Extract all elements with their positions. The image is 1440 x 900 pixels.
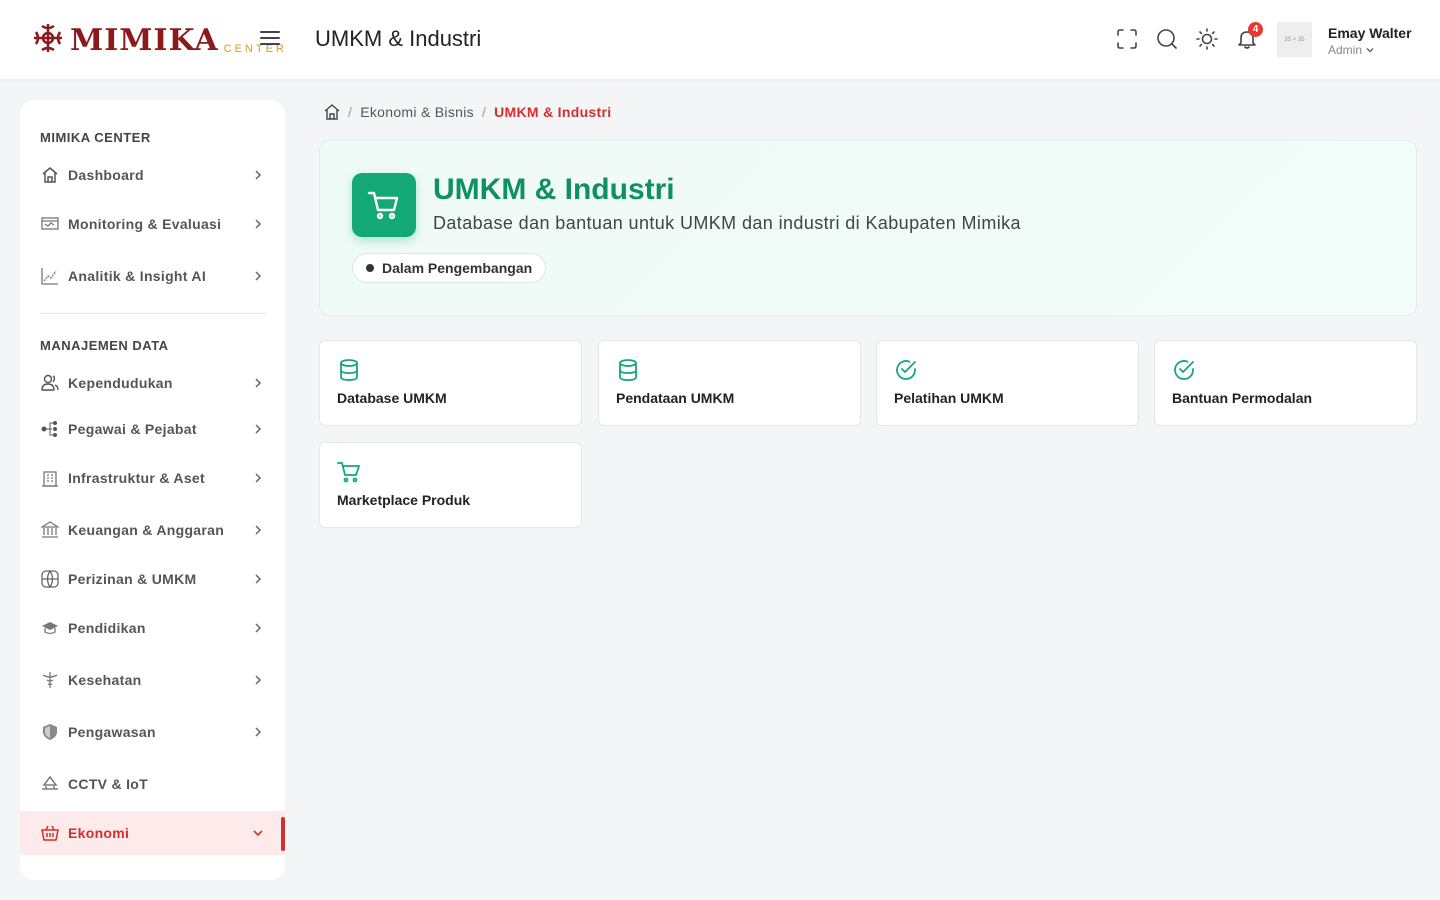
sidebar-section-title: MIMIKA CENTER [40, 130, 151, 145]
brand-logo[interactable]: MIMIKA CENTER [30, 18, 287, 58]
basket-icon [40, 823, 60, 843]
sidebar-section-title: MANAJEMEN DATA [40, 338, 169, 353]
chevron-right-icon [255, 271, 262, 281]
bank-icon [40, 520, 60, 540]
sidebar-item-label: Infrastruktur & Aset [68, 470, 205, 486]
sidebar-item-label: CCTV & IoT [68, 776, 148, 792]
chevron-down-icon [253, 830, 263, 837]
chevron-right-icon [255, 727, 262, 737]
sidebar-item-label: Perizinan & UMKM [68, 571, 197, 587]
top-header: MIMIKA CENTER UMKM & Industri 4 35 × 35 … [0, 0, 1440, 79]
chevron-right-icon [255, 574, 262, 584]
chevron-right-icon [255, 219, 262, 229]
home-icon[interactable] [324, 104, 340, 120]
sidebar-item-label: Kesehatan [68, 672, 142, 688]
sidebar-item-perizinan[interactable]: Perizinan & UMKM [20, 557, 285, 601]
page-title: UMKM & Industri [315, 26, 482, 51]
cart-icon [337, 462, 360, 483]
home-icon [40, 165, 60, 185]
shield-icon [40, 722, 60, 742]
sidebar-item-label: Analitik & Insight AI [68, 268, 207, 284]
chevron-down-icon [1366, 47, 1374, 53]
users-icon [40, 373, 60, 393]
chevron-right-icon [255, 170, 262, 180]
cart-icon [352, 173, 416, 237]
card-label: Marketplace Produk [337, 492, 471, 508]
status-dot-icon [366, 264, 374, 272]
chart-icon [40, 266, 60, 286]
sidebar-item-keuangan[interactable]: Keuangan & Anggaran [20, 508, 285, 552]
hero-description: Database dan bantuan untuk UMKM dan indu… [433, 213, 1021, 233]
card-pelatihan-umkm[interactable]: Pelatihan UMKM [876, 340, 1139, 426]
sidebar-item-kependudukan[interactable]: Kependudukan [20, 361, 285, 405]
org-icon [40, 419, 60, 439]
user-role-dropdown[interactable]: Admin [1328, 43, 1375, 57]
database-icon [619, 359, 637, 381]
user-name[interactable]: Emay Walter [1328, 25, 1412, 41]
sidebar-item-pengawasan[interactable]: Pengawasan [20, 710, 285, 754]
sidebar-item-label: Pengawasan [68, 724, 156, 740]
card-pendataan-umkm[interactable]: Pendataan UMKM [598, 340, 861, 426]
notification-badge: 4 [1248, 22, 1263, 37]
fullscreen-icon[interactable] [1116, 28, 1138, 50]
monitor-icon [40, 214, 60, 234]
sidebar-item-cctv[interactable]: CCTV & IoT [20, 762, 285, 806]
sidebar-item-monitoring[interactable]: Monitoring & Evaluasi [20, 202, 285, 246]
search-icon[interactable] [1156, 28, 1178, 50]
breadcrumb: / Ekonomi & Bisnis / UMKM & Industri [324, 104, 611, 120]
card-marketplace-produk[interactable]: Marketplace Produk [319, 442, 582, 528]
page-hero: UMKM & Industri Database dan bantuan unt… [319, 140, 1417, 316]
card-bantuan-permodalan[interactable]: Bantuan Permodalan [1154, 340, 1417, 426]
logo-mark-icon [34, 24, 62, 52]
sidebar-item-analitik[interactable]: Analitik & Insight AI [20, 254, 285, 298]
chevron-right-icon [255, 623, 262, 633]
sidebar-item-pegawai[interactable]: Pegawai & Pejabat [20, 407, 285, 451]
card-database-umkm[interactable]: Database UMKM [319, 340, 582, 426]
brand-name: MIMIKA [70, 23, 219, 58]
chevron-right-icon [255, 473, 262, 483]
breadcrumb-current: UMKM & Industri [494, 104, 612, 120]
sidebar: MIMIKA CENTER Dashboard Monitoring & Eva… [20, 100, 285, 880]
chevron-right-icon [255, 525, 262, 535]
hero-title: UMKM & Industri [433, 173, 675, 206]
menu-toggle-button[interactable] [260, 31, 280, 47]
sidebar-item-label: Dashboard [68, 167, 144, 183]
sidebar-item-label: Pendidikan [68, 620, 146, 636]
sidebar-item-ekonomi[interactable]: Ekonomi [20, 811, 285, 855]
sidebar-item-kesehatan[interactable]: Kesehatan [20, 658, 285, 702]
sidebar-item-infrastruktur[interactable]: Infrastruktur & Aset [20, 456, 285, 500]
card-label: Pelatihan UMKM [894, 390, 1004, 406]
chevron-right-icon [255, 424, 262, 434]
theme-toggle-icon[interactable] [1196, 28, 1218, 50]
database-icon [340, 359, 358, 381]
sidebar-item-label: Kependudukan [68, 375, 173, 391]
card-label: Pendataan UMKM [616, 390, 735, 406]
graduation-icon [40, 618, 60, 638]
status-text: Dalam Pengembangan [382, 260, 533, 276]
caduceus-icon [40, 670, 60, 690]
avatar[interactable]: 35 × 35 [1277, 22, 1312, 57]
globe-icon [40, 569, 60, 589]
card-label: Bantuan Permodalan [1172, 390, 1313, 406]
sidebar-item-dashboard[interactable]: Dashboard [20, 153, 285, 197]
building-icon [40, 468, 60, 488]
chevron-right-icon [255, 378, 262, 388]
card-label: Database UMKM [337, 390, 447, 406]
check-circle-icon [1174, 360, 1194, 380]
check-circle-icon [896, 360, 916, 380]
chevron-right-icon [255, 675, 262, 685]
sidebar-item-label: Ekonomi [68, 825, 130, 841]
status-badge: Dalam Pengembangan [352, 253, 547, 283]
sidebar-item-pendidikan[interactable]: Pendidikan [20, 606, 285, 650]
sidebar-divider [40, 313, 266, 314]
sidebar-item-label: Keuangan & Anggaran [68, 522, 225, 538]
sidebar-item-label: Pegawai & Pejabat [68, 421, 197, 437]
user-role: Admin [1328, 43, 1363, 57]
sidebar-item-label: Monitoring & Evaluasi [68, 216, 222, 232]
breadcrumb-link[interactable]: Ekonomi & Bisnis [360, 104, 474, 120]
cctv-icon [40, 774, 60, 794]
